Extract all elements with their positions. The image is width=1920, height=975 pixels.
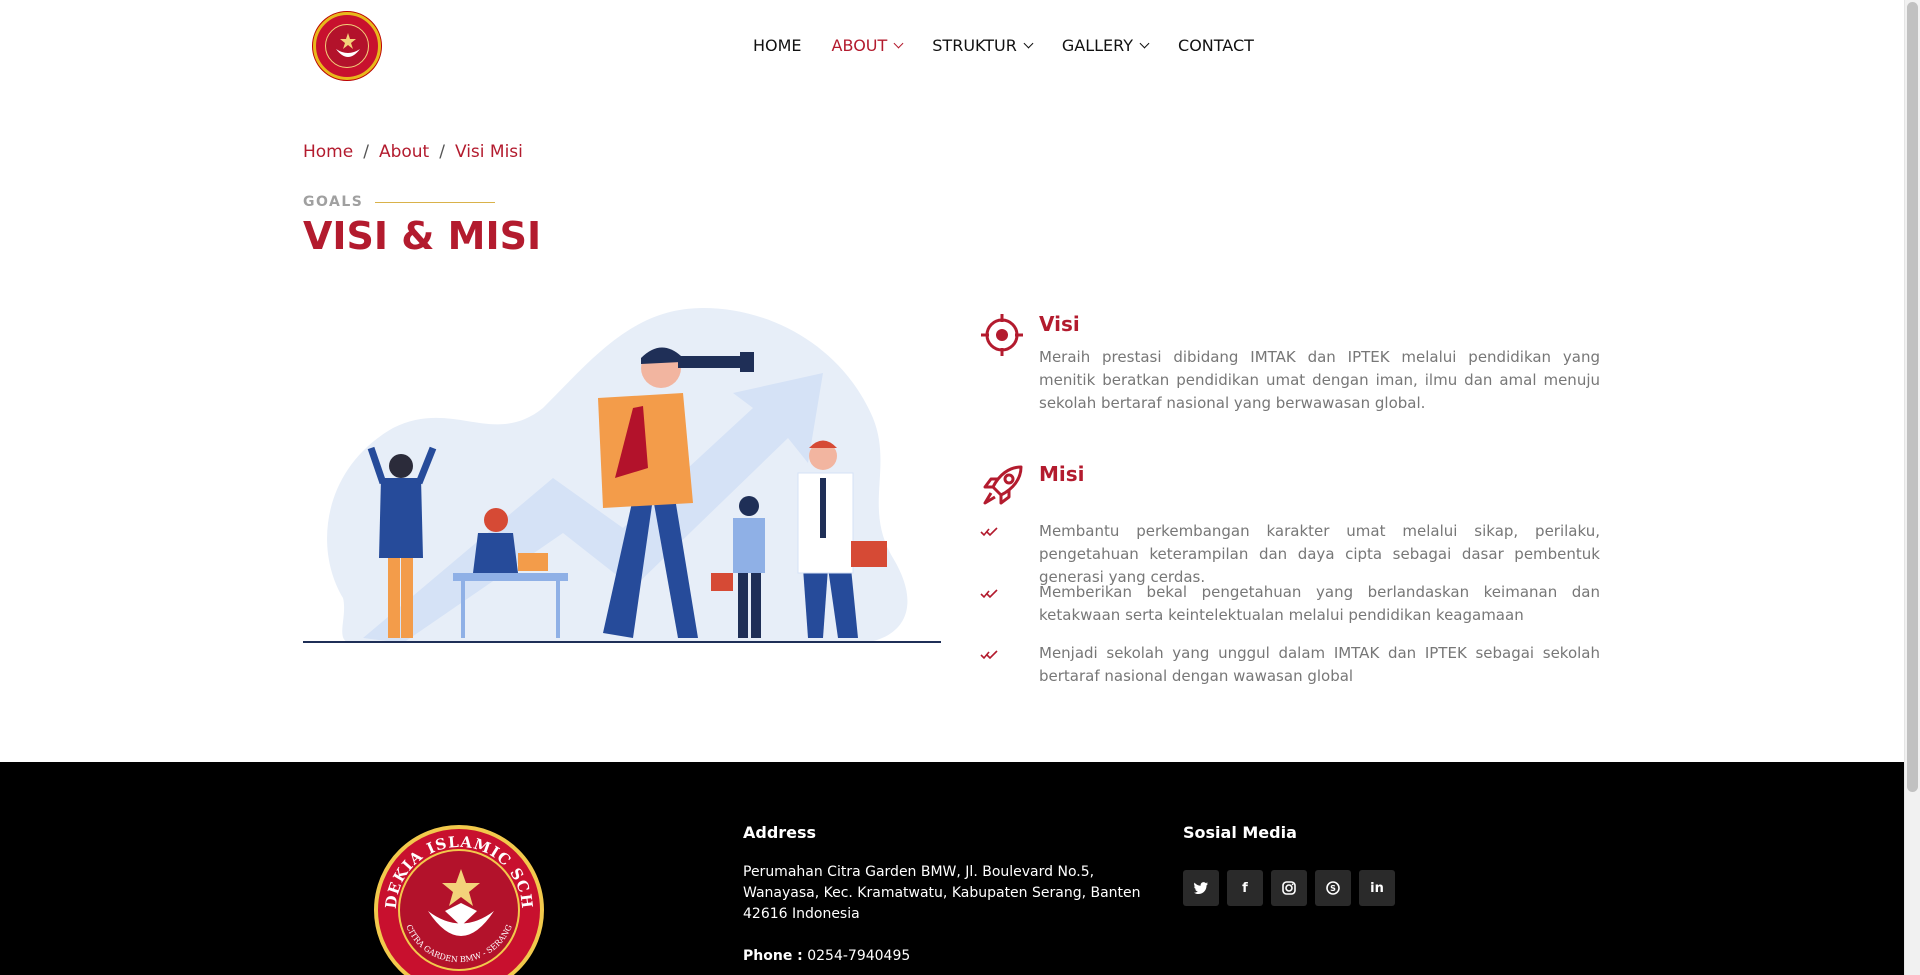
instagram-icon[interactable] bbox=[1271, 870, 1307, 906]
breadcrumb-separator: / bbox=[363, 142, 369, 162]
breadcrumb-about[interactable]: About bbox=[379, 142, 429, 162]
breadcrumb: Home / About / Visi Misi bbox=[303, 142, 523, 162]
double-check-icon bbox=[980, 526, 998, 542]
misi-title: Misi bbox=[1039, 462, 1085, 486]
chevron-down-icon bbox=[893, 38, 904, 49]
misi-item: Memberikan bekal pengetahuan yang berlan… bbox=[1039, 583, 1600, 624]
page-scrollbar[interactable] bbox=[1904, 0, 1920, 975]
social-heading: Sosial Media bbox=[1183, 823, 1297, 842]
phone-label: Phone : bbox=[743, 948, 803, 964]
nav-gallery[interactable]: GALLERY bbox=[1061, 36, 1150, 55]
twitter-icon[interactable] bbox=[1183, 870, 1219, 906]
nav-struktur[interactable]: STRUKTUR bbox=[932, 36, 1034, 55]
section-eyebrow-text: GOALS bbox=[303, 194, 364, 210]
breadcrumb-home[interactable]: Home bbox=[303, 142, 353, 162]
breadcrumb-current: Visi Misi bbox=[454, 142, 523, 162]
target-icon bbox=[981, 314, 1023, 360]
address-text: Perumahan Citra Garden BMW, Jl. Boulevar… bbox=[743, 864, 1141, 922]
footer-logo-text: CENDEKIA ISLAMIC SCHOOL bbox=[374, 825, 535, 910]
svg-text:S: S bbox=[1330, 884, 1336, 893]
nav-about[interactable]: ABOUT bbox=[831, 36, 904, 55]
nav-home-label: HOME bbox=[753, 36, 802, 55]
rocket-icon bbox=[981, 463, 1025, 511]
eyebrow-divider bbox=[375, 201, 496, 203]
double-check-icon bbox=[980, 588, 998, 604]
site-header: HOME ABOUT STRUKTUR GALLERY CONTACT bbox=[0, 0, 1904, 92]
nav-contact[interactable]: CONTACT bbox=[1178, 36, 1254, 55]
vision-illustration bbox=[303, 298, 941, 646]
social-links: f S in bbox=[1183, 870, 1395, 906]
nav-struktur-label: STRUKTUR bbox=[932, 36, 1017, 55]
section-eyebrow: GOALS bbox=[303, 194, 496, 210]
school-logo[interactable] bbox=[313, 12, 381, 80]
svg-text:CITRA GARDEN BMW - SERANG: CITRA GARDEN BMW - SERANG bbox=[404, 923, 514, 964]
visi-text: Meraih prestasi dibidang IMTAK dan IPTEK… bbox=[1039, 348, 1600, 412]
linkedin-icon[interactable]: in bbox=[1359, 870, 1395, 906]
chevron-down-icon bbox=[1139, 38, 1150, 49]
visi-title: Visi bbox=[1039, 312, 1080, 336]
nav-contact-label: CONTACT bbox=[1178, 36, 1254, 55]
nav-gallery-label: GALLERY bbox=[1061, 36, 1134, 55]
nav-home[interactable]: HOME bbox=[753, 36, 802, 55]
scrollbar-thumb[interactable] bbox=[1907, 2, 1918, 792]
page-title: VISI & MISI bbox=[303, 214, 542, 258]
footer-logo-subtext: CITRA GARDEN BMW - SERANG bbox=[404, 923, 514, 964]
misi-item: Membantu perkembangan karakter umat mela… bbox=[1039, 522, 1600, 586]
phone-value[interactable]: 0254-7940495 bbox=[807, 948, 910, 964]
address-heading: Address bbox=[743, 823, 817, 842]
skype-icon[interactable]: S bbox=[1315, 870, 1351, 906]
svg-text:CENDEKIA ISLAMIC SCHOOL: CENDEKIA ISLAMIC SCHOOL bbox=[374, 825, 536, 910]
facebook-icon[interactable]: f bbox=[1227, 870, 1263, 906]
nav-about-label: ABOUT bbox=[831, 36, 888, 55]
chevron-down-icon bbox=[1023, 38, 1034, 49]
phone-line: Phone : 0254-7940495 bbox=[743, 946, 910, 967]
double-check-icon bbox=[980, 649, 998, 665]
misi-item: Menjadi sekolah yang unggul dalam IMTAK … bbox=[1039, 644, 1600, 685]
footer-logo: CENDEKIA ISLAMIC SCHOOL CITRA GARDEN BMW… bbox=[374, 825, 544, 975]
breadcrumb-separator: / bbox=[439, 142, 445, 162]
main-nav: HOME ABOUT STRUKTUR GALLERY CONTACT bbox=[753, 36, 1254, 55]
logo-emblem-icon bbox=[325, 24, 369, 68]
